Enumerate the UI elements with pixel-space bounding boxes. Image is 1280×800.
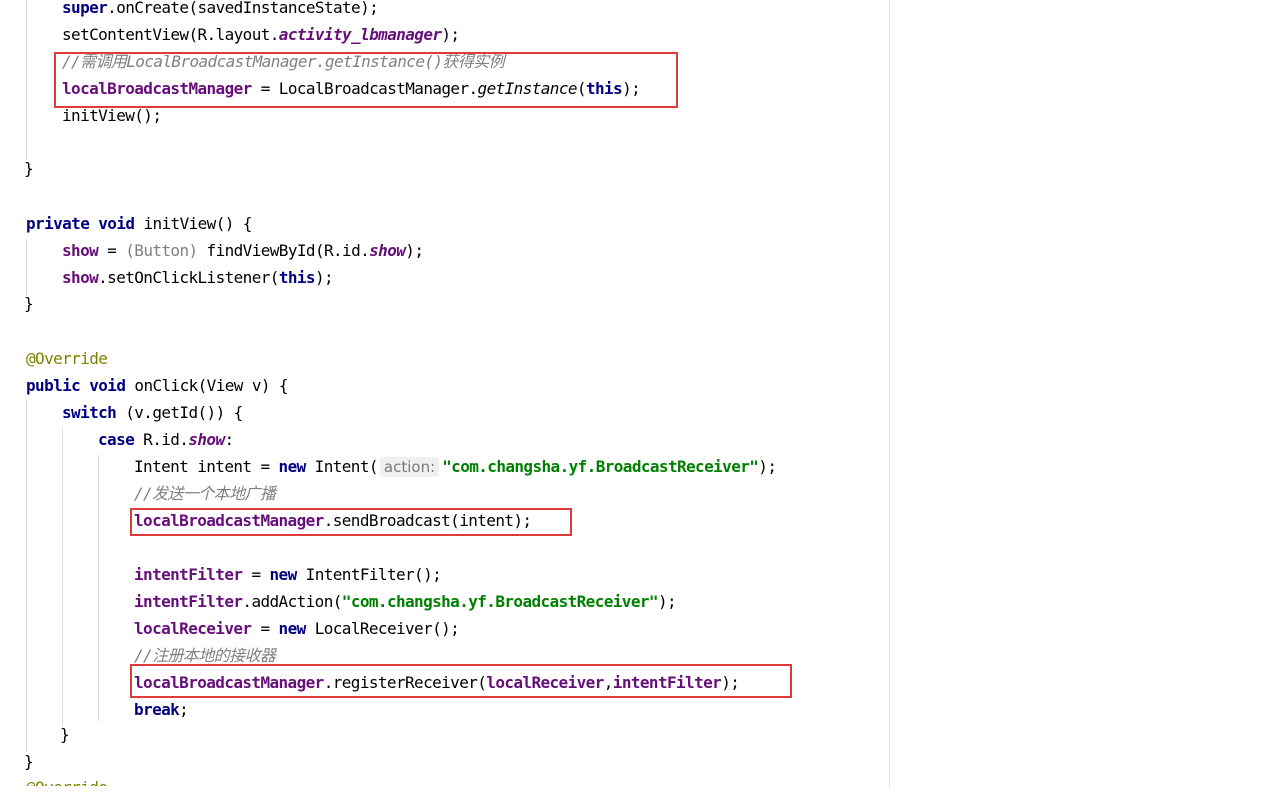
code-text: .addAction(	[242, 592, 342, 611]
code-text: Intent(	[305, 457, 379, 476]
keyword: break	[134, 700, 180, 719]
string-literal: "com.changsha.yf.BroadcastReceiver"	[341, 592, 659, 611]
field: intentFilter	[134, 565, 243, 584]
code-text: :	[224, 430, 234, 449]
code-text: );	[441, 25, 460, 44]
code-line[interactable]: super.onCreate(savedInstanceState);	[62, 0, 379, 20]
highlight-box	[130, 664, 792, 698]
code-text: LocalReceiver();	[305, 619, 460, 638]
highlight-box	[130, 508, 572, 536]
code-text: .onCreate(savedInstanceState);	[107, 0, 379, 17]
code-line[interactable]: switch (v.getId()) {	[62, 401, 243, 425]
code-text: }	[24, 752, 34, 771]
code-text: Intent intent =	[134, 457, 279, 476]
code-line[interactable]: }	[24, 750, 34, 774]
field: show	[62, 268, 99, 287]
keyword: super	[62, 0, 108, 17]
code-text: initView();	[62, 106, 162, 125]
indent-guide	[26, 240, 27, 296]
code-line[interactable]: intentFilter.addAction("com.changsha.yf.…	[134, 590, 677, 614]
code-text: );	[314, 268, 334, 287]
code-line[interactable]: show = (Button) findViewById(R.id.show);	[62, 239, 424, 263]
code-line[interactable]: setContentView(R.layout.activity_lbmanag…	[62, 23, 460, 47]
annotation[interactable]: @Override	[26, 347, 108, 371]
code-text: findViewById(R.id.	[197, 241, 370, 260]
code-text: .setOnClickListener(	[98, 268, 279, 287]
code-text: );	[758, 457, 777, 476]
code-comment[interactable]: //发送一个本地广播	[134, 482, 276, 506]
code-text: IntentFilter();	[296, 565, 442, 584]
keyword: switch	[62, 403, 117, 422]
code-line[interactable]: break;	[134, 698, 189, 722]
code-text: initView() {	[134, 214, 252, 233]
code-text: }	[24, 294, 34, 313]
code-line[interactable]: show.setOnClickListener(this);	[62, 266, 334, 290]
code-text: =	[98, 241, 126, 260]
code-text: setContentView(R.layout.	[62, 25, 279, 44]
code-line[interactable]: public void onClick(View v) {	[26, 374, 289, 398]
code-text: (v.getId()) {	[116, 403, 243, 422]
indent-guide	[62, 428, 63, 726]
static-field: show	[369, 241, 406, 260]
field: intentFilter	[134, 592, 243, 611]
code-text: =	[251, 619, 279, 638]
code-line[interactable]: case R.id.show:	[98, 428, 234, 452]
annotation[interactable]: @Override	[26, 776, 107, 786]
keyword: this	[278, 268, 316, 287]
field: localReceiver	[134, 619, 252, 638]
code-text: );	[657, 592, 677, 611]
parameter-hint: action:	[379, 457, 440, 477]
indent-guide	[26, 0, 27, 160]
code-text: R.id.	[134, 430, 189, 449]
indent-guide	[98, 455, 99, 721]
code-line[interactable]: Intent intent = new Intent(action: "com.c…	[134, 455, 777, 479]
highlight-box	[54, 52, 678, 108]
right-margin-guide	[889, 0, 890, 789]
code-line[interactable]: intentFilter = new IntentFilter();	[134, 563, 442, 587]
code-line[interactable]: }	[24, 157, 34, 181]
keyword: new	[269, 565, 298, 584]
string-literal: "com.changsha.yf.BroadcastReceiver"	[442, 457, 759, 476]
code-text: =	[242, 565, 270, 584]
code-text: onClick(View v) {	[125, 376, 288, 395]
keyword: new	[278, 619, 307, 638]
code-line[interactable]: localReceiver = new LocalReceiver();	[134, 617, 460, 641]
redundant-cast: (Button)	[125, 241, 198, 260]
code-text: }	[60, 725, 70, 744]
code-text: }	[24, 159, 34, 178]
keyword: case	[98, 430, 135, 449]
indent-guide	[26, 400, 27, 752]
field: show	[62, 241, 99, 260]
code-editor[interactable]: super.onCreate(savedInstanceState); setC…	[0, 0, 1280, 789]
static-field: show	[188, 430, 225, 449]
code-text: ;	[179, 700, 189, 719]
keyword: new	[278, 457, 307, 476]
keyword: private void	[26, 214, 135, 233]
keyword: public void	[26, 376, 126, 395]
code-line[interactable]: }	[60, 723, 70, 747]
code-line[interactable]: }	[24, 292, 34, 316]
code-text: );	[405, 241, 424, 260]
code-line[interactable]: private void initView() {	[26, 212, 252, 236]
static-field: activity_lbmanager	[278, 25, 442, 44]
